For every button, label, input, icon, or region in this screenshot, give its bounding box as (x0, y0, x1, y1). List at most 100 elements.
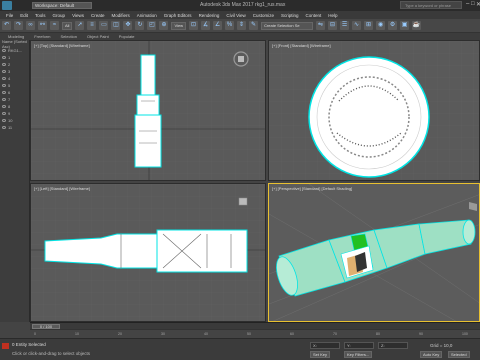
viewport-top[interactable]: [+] [Top] [Standard] [Wireframe] (30, 40, 266, 181)
menu-create[interactable]: Create (91, 13, 105, 18)
named-selection-dropdown[interactable]: Create Selection Se (261, 21, 314, 30)
ribbon-tab-populate[interactable]: Populate (119, 34, 135, 39)
menu-civil-view[interactable]: Civil View (226, 13, 245, 18)
list-item[interactable]: 5 (0, 82, 29, 89)
bind-icon[interactable]: ≈ (50, 21, 59, 30)
menu-help[interactable]: Help (328, 13, 337, 18)
viewport-perspective[interactable]: [+] [Perspective] [Standard] [Default Sh… (268, 183, 480, 322)
scale-icon[interactable]: ◰ (147, 21, 157, 30)
z-coord-field[interactable]: Z: (378, 342, 408, 349)
viewport-label[interactable]: [+] [Left] [Standard] [Wireframe] (34, 186, 90, 191)
list-item[interactable]: 11 (0, 124, 29, 131)
viewport-left[interactable]: [+] [Left] [Standard] [Wireframe] (30, 183, 266, 322)
ribbon-tab-freeform[interactable]: Freeform (34, 34, 50, 39)
spinner-snap-icon[interactable]: ⇕ (237, 21, 247, 30)
eye-icon[interactable] (2, 91, 6, 94)
menu-graph-editors[interactable]: Graph Editors (164, 13, 192, 18)
eye-icon[interactable] (2, 56, 6, 59)
menu-rendering[interactable]: Rendering (199, 13, 220, 18)
percent-snap-icon[interactable]: % (225, 21, 235, 30)
maxscript-listener-button[interactable] (2, 343, 9, 349)
maximize-icon[interactable]: □ (471, 1, 475, 7)
angle-snap-icon[interactable]: ∠ (213, 21, 223, 30)
list-item[interactable]: 2 (0, 61, 29, 68)
undo-icon[interactable]: ↶ (2, 21, 11, 30)
eye-icon[interactable] (2, 98, 6, 101)
search-input[interactable]: Type a keyword or phrase (400, 1, 462, 9)
edit-named-sel-icon[interactable]: ✎ (249, 21, 259, 30)
eye-icon[interactable] (2, 105, 6, 108)
list-item[interactable]: 6 (0, 89, 29, 96)
selected-dropdown[interactable]: Selected (448, 351, 470, 358)
move-icon[interactable]: ✥ (123, 21, 133, 30)
eye-icon[interactable] (2, 126, 6, 129)
eye-icon[interactable] (2, 112, 6, 115)
viewport-label[interactable]: [+] [Perspective] [Standard] [Default Sh… (272, 186, 352, 191)
select-icon[interactable]: ➚ (75, 21, 85, 30)
eye-icon[interactable] (2, 77, 6, 80)
menu-content[interactable]: Content (306, 13, 322, 18)
ribbon-tab-object-paint[interactable]: Object Paint (87, 34, 109, 39)
schematic-icon[interactable]: ⊞ (364, 21, 374, 30)
menu-scripting[interactable]: Scripting (281, 13, 299, 18)
menu-group[interactable]: Group (53, 13, 66, 18)
align-icon[interactable]: ⊟ (328, 21, 338, 30)
menu-modifiers[interactable]: Modifiers (112, 13, 130, 18)
key-filters-button[interactable]: Key Filters... (344, 351, 373, 358)
eye-icon[interactable] (2, 49, 6, 52)
viewport-label[interactable]: [+] [Top] [Standard] [Wireframe] (34, 43, 90, 48)
menu-views[interactable]: Views (72, 13, 84, 18)
list-item[interactable]: 4 (0, 75, 29, 82)
ribbon-tab-selection[interactable]: Selection (60, 34, 76, 39)
workspace-dropdown[interactable]: Workspace: Default (32, 2, 92, 9)
menu-customize[interactable]: Customize (253, 13, 274, 18)
list-item[interactable]: 10 (0, 117, 29, 124)
eye-icon[interactable] (2, 70, 6, 73)
render-icon[interactable]: ☕ (412, 21, 422, 30)
list-item[interactable]: 8 (0, 103, 29, 110)
x-coord-field[interactable]: X: (310, 342, 340, 349)
layer-icon[interactable]: ☰ (340, 21, 350, 30)
rotate-icon[interactable]: ↻ (135, 21, 145, 30)
set-key-button[interactable]: Set Key (310, 351, 331, 358)
auto-key-button[interactable]: Auto Key (420, 351, 443, 358)
rect-select-icon[interactable]: ▭ (99, 21, 109, 30)
snap-icon[interactable]: ∡ (201, 21, 211, 30)
place-icon[interactable]: ⊕ (159, 21, 169, 30)
close-icon[interactable]: ✕ (476, 1, 480, 8)
viewport-label[interactable]: [+] [Front] [Standard] [Wireframe] (272, 43, 331, 48)
redo-icon[interactable]: ↷ (14, 21, 23, 30)
time-slider-track[interactable]: 0 / 100 (30, 322, 480, 329)
menu-tools[interactable]: Tools (35, 13, 46, 18)
eye-icon[interactable] (2, 63, 6, 66)
render-frame-icon[interactable]: ▣ (400, 21, 410, 30)
reference-coord-dropdown[interactable]: View (171, 21, 187, 30)
link-icon[interactable]: ∞ (26, 21, 35, 30)
eye-icon[interactable] (2, 84, 6, 87)
select-by-name-icon[interactable]: ≡ (87, 21, 97, 30)
track-bar[interactable]: 0 10 20 30 40 50 60 70 80 90 100 (30, 329, 480, 338)
tick-label: 90 (419, 332, 423, 336)
curve-editor-icon[interactable]: ∿ (352, 21, 362, 30)
menu-animation[interactable]: Animation (137, 13, 157, 18)
list-item[interactable]: 7 (0, 96, 29, 103)
menu-edit[interactable]: Edit (20, 13, 28, 18)
scene-explorer-header[interactable]: Name (Sorted Asc) (0, 39, 29, 49)
viewport-front[interactable]: [+] [Front] [Standard] [Wireframe] (268, 40, 480, 181)
unlink-icon[interactable]: ⚯ (38, 21, 47, 30)
tick-label: 60 (290, 332, 294, 336)
material-editor-icon[interactable]: ◉ (376, 21, 386, 30)
minimize-icon[interactable]: – (466, 1, 469, 7)
pivot-icon[interactable]: ⊡ (189, 21, 199, 30)
render-setup-icon[interactable]: ⚙ (388, 21, 398, 30)
list-item[interactable]: 1 (0, 54, 29, 61)
y-coord-field[interactable]: Y: (344, 342, 374, 349)
window-crossing-icon[interactable]: ◫ (111, 21, 121, 30)
selection-filter-dropdown[interactable]: All (62, 21, 73, 30)
app-logo-icon[interactable] (2, 1, 12, 10)
eye-icon[interactable] (2, 119, 6, 122)
list-item[interactable]: 3 (0, 68, 29, 75)
mirror-icon[interactable]: ⇋ (316, 21, 326, 30)
menu-file[interactable]: File (6, 13, 13, 18)
list-item[interactable]: 9 (0, 110, 29, 117)
